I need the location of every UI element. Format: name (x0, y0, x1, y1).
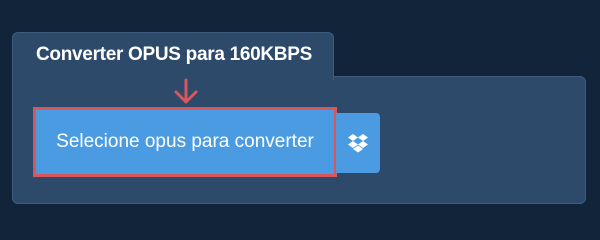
dropbox-button[interactable] (336, 113, 380, 173)
select-opus-label: Selecione opus para converter (56, 131, 314, 152)
dropbox-icon (348, 134, 368, 153)
converter-title: Converter OPUS para 160KBPS (36, 44, 312, 65)
arrow-down-icon (174, 78, 198, 104)
select-opus-button[interactable]: Selecione opus para converter (33, 107, 337, 177)
